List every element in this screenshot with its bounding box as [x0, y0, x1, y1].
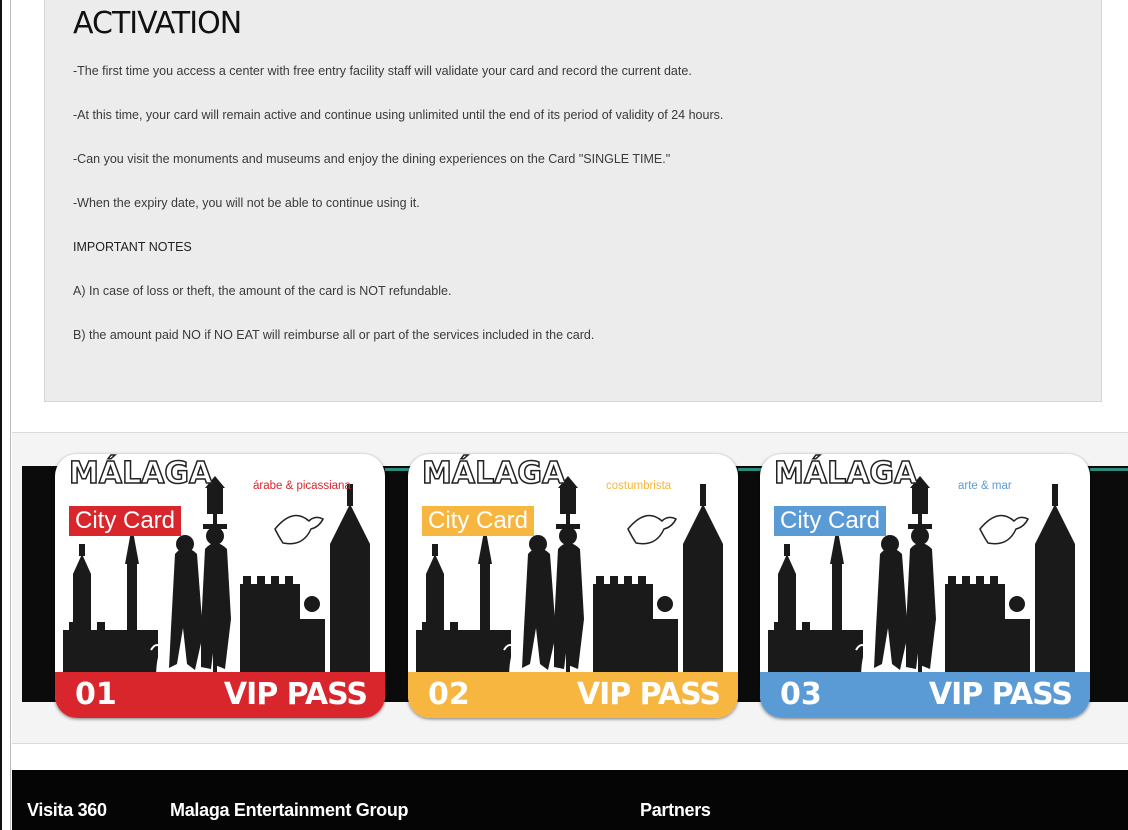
card-number: 01: [75, 677, 117, 712]
activation-paragraph: B) the amount paid NO if NO EAT will rei…: [73, 328, 595, 342]
activation-paragraph: -Can you visit the monuments and museums…: [73, 152, 671, 166]
city-card-02[interactable]: MÁLAGA costumbrista City Card 02 VIP PAS…: [408, 454, 738, 718]
footer-link-partners[interactable]: Partners: [640, 800, 711, 821]
card-subtitle: arte & mar: [958, 480, 1012, 492]
footer-link-malaga-entertainment-group[interactable]: Malaga Entertainment Group: [170, 800, 409, 821]
vip-pass-label: VIP PASS: [223, 677, 368, 712]
city-card-01[interactable]: MÁLAGA árabe & picassiana City Card 01 V…: [55, 454, 385, 718]
activation-paragraph: A) In case of loss or theft, the amount …: [73, 284, 452, 298]
activation-paragraph: -At this time, your card will remain act…: [73, 108, 724, 122]
city-card-badge: City Card: [69, 506, 182, 536]
card-number: 02: [428, 677, 470, 712]
vip-pass-label: VIP PASS: [928, 677, 1073, 712]
vip-pass-label: VIP PASS: [576, 677, 721, 712]
activation-paragraph: -When the expiry date, you will not be a…: [73, 196, 420, 210]
content-divider-line: [10, 0, 11, 830]
left-frame-border: [0, 0, 2, 830]
card-title: MÁLAGA: [421, 455, 566, 492]
card-subtitle: árabe & picassiana: [253, 480, 351, 492]
card-title: MÁLAGA: [773, 455, 918, 492]
activation-paragraph: -The first time you access a center with…: [73, 64, 692, 78]
card-subtitle: costumbrista: [606, 480, 672, 492]
activation-title: ACTIVATION: [73, 6, 242, 41]
cards-teal-accent: [1090, 468, 1128, 471]
city-card-03[interactable]: MÁLAGA arte & mar City Card 03 VIP PASS: [760, 454, 1090, 718]
card-number: 03: [780, 677, 822, 712]
card-title: MÁLAGA: [68, 455, 213, 492]
city-card-badge: City Card: [774, 506, 887, 536]
footer-link-visita-360[interactable]: Visita 360: [27, 800, 107, 821]
important-notes-heading: IMPORTANT NOTES: [73, 240, 192, 254]
city-card-badge: City Card: [422, 506, 535, 536]
